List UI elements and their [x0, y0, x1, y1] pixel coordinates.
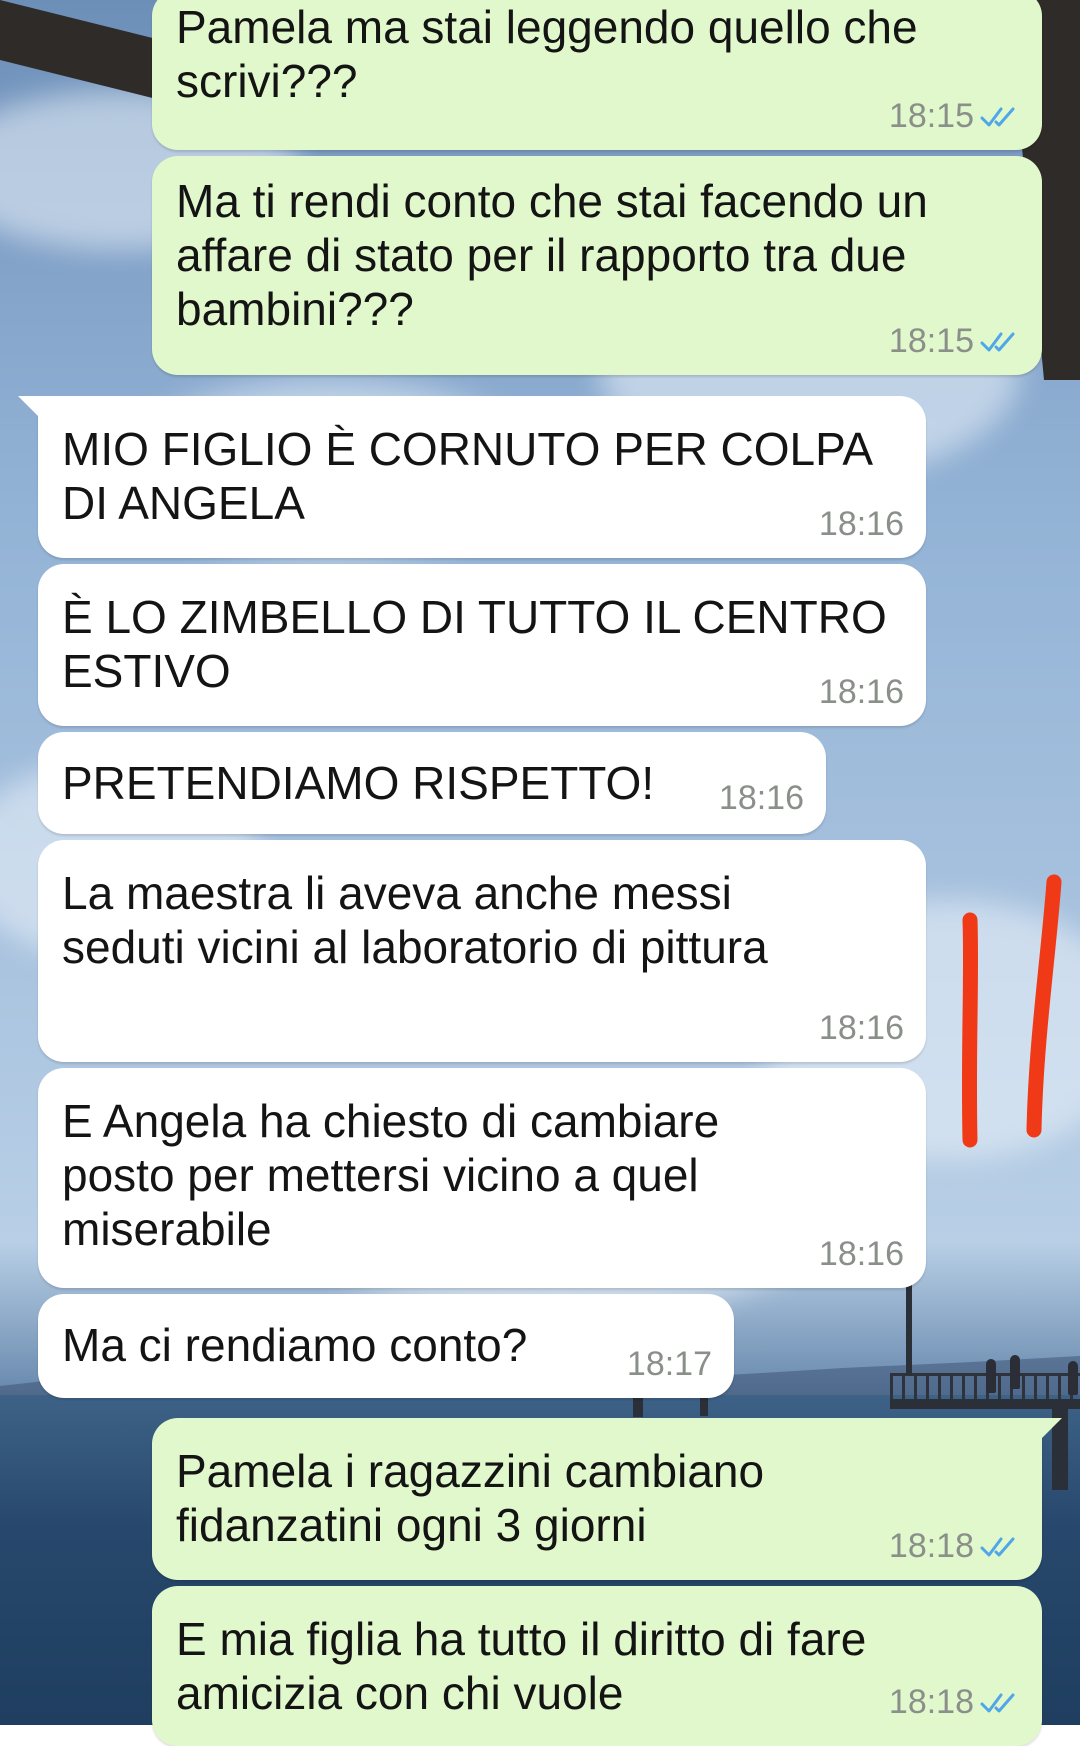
chat-message-list[interactable]: Pamela ma stai leggendo quello che scriv… — [0, 0, 1080, 1746]
message-meta: 18:16 — [819, 673, 904, 712]
message-bubble-incoming[interactable]: La maestra li aveva anche messi seduti v… — [38, 840, 926, 1062]
message-text: Pamela ma stai leggendo quello che scriv… — [176, 1, 918, 107]
message-timestamp: 18:15 — [888, 322, 974, 360]
message-timestamp: 18:16 — [818, 673, 904, 711]
message-meta: 18:16 — [719, 779, 804, 818]
message-bubble-incoming[interactable]: PRETENDIAMO RISPETTO! 18:16 — [38, 732, 826, 834]
message-bubble-outgoing[interactable]: Pamela ma stai leggendo quello che scriv… — [152, 0, 1042, 150]
message-bubble-outgoing[interactable]: Ma ti rendi conto che stai facendo un af… — [152, 156, 1042, 375]
bubble-tail — [18, 396, 40, 418]
read-receipt-icon — [980, 1537, 1015, 1556]
read-receipt-icon — [980, 332, 1015, 351]
message-text: MIO FIGLIO È CORNUTO PER COLPA DI ANGELA — [62, 423, 874, 529]
message-meta: 18:16 — [819, 1235, 904, 1274]
message-text: La maestra li aveva anche messi seduti v… — [62, 867, 768, 973]
read-receipt-icon — [980, 1693, 1015, 1712]
message-meta: 18:17 — [627, 1345, 712, 1384]
message-meta: 18:15 — [889, 97, 1020, 136]
message-timestamp: 18:15 — [888, 97, 974, 135]
message-text: E Angela ha chiesto di cambiare posto pe… — [62, 1095, 720, 1255]
bubble-tail — [1040, 1418, 1062, 1440]
message-bubble-incoming[interactable]: È LO ZIMBELLO DI TUTTO IL CENTRO ESTIVO … — [38, 564, 926, 726]
message-timestamp: 18:16 — [818, 505, 904, 543]
message-bubble-incoming[interactable]: MIO FIGLIO È CORNUTO PER COLPA DI ANGELA… — [18, 396, 926, 558]
message-bubble-incoming[interactable]: Ma ci rendiamo conto? 18:17 — [38, 1294, 734, 1398]
message-meta: 18:18 — [889, 1683, 1020, 1722]
red-double-line-marks-icon — [961, 874, 1062, 1148]
message-text: È LO ZIMBELLO DI TUTTO IL CENTRO ESTIVO — [62, 591, 887, 697]
message-text: Ma ti rendi conto che stai facendo un af… — [176, 175, 928, 335]
message-timestamp: 18:18 — [888, 1683, 974, 1721]
message-bubble-outgoing[interactable]: Pamela i ragazzini cambiano fidanzatini … — [152, 1418, 1062, 1580]
message-timestamp: 18:16 — [818, 1009, 904, 1047]
message-timestamp: 18:16 — [718, 779, 804, 817]
message-bubble-incoming[interactable]: E Angela ha chiesto di cambiare posto pe… — [38, 1068, 926, 1288]
message-text: PRETENDIAMO RISPETTO! — [62, 757, 655, 809]
message-timestamp: 18:16 — [818, 1235, 904, 1273]
message-meta: 18:16 — [819, 505, 904, 544]
message-meta: 18:15 — [889, 322, 1020, 361]
message-meta: 18:18 — [889, 1527, 1020, 1566]
message-text: Ma ci rendiamo conto? — [62, 1319, 528, 1371]
message-meta: 18:16 — [819, 1009, 904, 1048]
read-receipt-icon — [980, 107, 1015, 126]
message-timestamp: 18:18 — [888, 1527, 974, 1565]
message-timestamp: 18:17 — [626, 1345, 712, 1383]
message-bubble-outgoing[interactable]: E mia figlia ha tutto il diritto di fare… — [152, 1586, 1042, 1746]
